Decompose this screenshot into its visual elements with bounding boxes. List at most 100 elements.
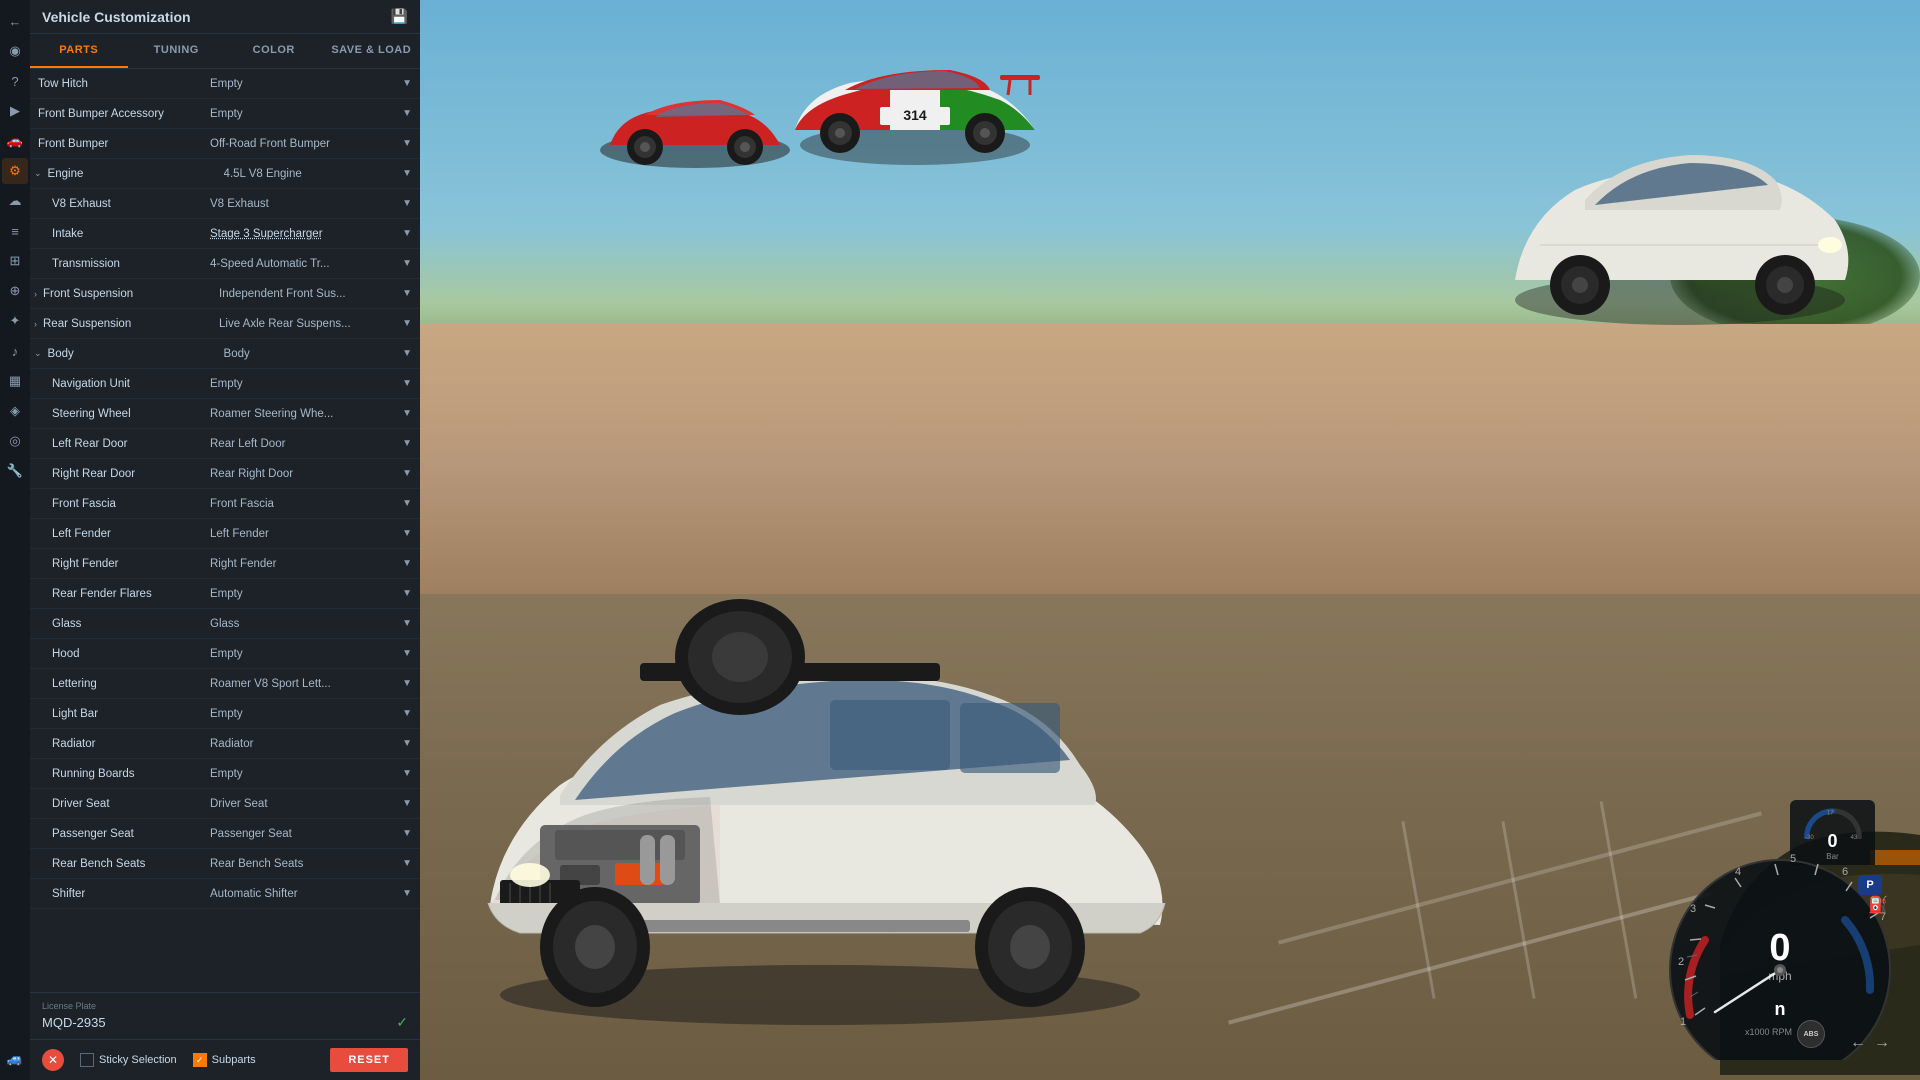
parts-list-item[interactable]: Tow Hitch Empty ▼ — [30, 69, 420, 99]
dropdown-arrow-icon[interactable]: ▼ — [402, 498, 412, 509]
dropdown-arrow-icon[interactable]: ▼ — [402, 648, 412, 659]
dropdown-arrow-icon[interactable]: ▼ — [402, 738, 412, 749]
part-name: Front Fascia — [30, 498, 210, 510]
dropdown-arrow-icon[interactable]: ▼ — [402, 78, 412, 89]
chart-nav-icon[interactable]: ▦ — [2, 368, 28, 394]
parts-list-item[interactable]: Passenger Seat Passenger Seat ▼ — [30, 819, 420, 849]
tune-nav-icon[interactable]: ⊞ — [2, 248, 28, 274]
dropdown-arrow-icon[interactable]: ▼ — [402, 828, 412, 839]
dropdown-arrow-icon[interactable]: ▼ — [402, 858, 412, 869]
dropdown-arrow-icon[interactable]: ▼ — [402, 198, 412, 209]
tab-save-load[interactable]: SAVE & LOAD — [323, 34, 421, 68]
parts-list-item[interactable]: Navigation Unit Empty ▼ — [30, 369, 420, 399]
dropdown-arrow-icon[interactable]: ▼ — [402, 528, 412, 539]
parts-list[interactable]: Tow Hitch Empty ▼ Front Bumper Accessory… — [30, 69, 420, 992]
dropdown-arrow-icon[interactable]: ▼ — [402, 258, 412, 269]
camera-nav-icon[interactable]: ◎ — [2, 428, 28, 454]
part-value: Empty — [210, 378, 398, 390]
help-nav-icon[interactable]: ? — [2, 68, 28, 94]
expand-down-icon[interactable]: ⌄ — [30, 168, 42, 179]
dropdown-arrow-icon[interactable]: ▼ — [402, 888, 412, 899]
car-nav-icon[interactable]: 🚗 — [2, 128, 28, 154]
dropdown-arrow-icon[interactable]: ▼ — [402, 108, 412, 119]
dropdown-arrow-icon[interactable]: ▼ — [402, 408, 412, 419]
subparts-box[interactable]: ✓ — [193, 1053, 207, 1067]
part-name: Rear Suspension — [39, 318, 219, 330]
parts-list-item[interactable]: Left Fender Left Fender ▼ — [30, 519, 420, 549]
dropdown-arrow-icon[interactable]: ▼ — [402, 588, 412, 599]
tab-color[interactable]: COLOR — [225, 34, 323, 68]
parts-list-item[interactable]: Front Bumper Accessory Empty ▼ — [30, 99, 420, 129]
part-name: Front Bumper — [30, 138, 210, 150]
reset-button[interactable]: RESET — [330, 1048, 408, 1072]
dropdown-arrow-icon[interactable]: ▼ — [402, 288, 412, 299]
expand-down-icon[interactable]: ⌄ — [30, 348, 42, 359]
sound-nav-icon[interactable]: ♪ — [2, 338, 28, 364]
gear-p-badge: P — [1858, 875, 1882, 895]
dropdown-arrow-icon[interactable]: ▼ — [402, 348, 412, 359]
parts-list-item[interactable]: Rear Fender Flares Empty ▼ — [30, 579, 420, 609]
parts-list-item[interactable]: Left Rear Door Rear Left Door ▼ — [30, 429, 420, 459]
svg-text:n: n — [1775, 999, 1786, 1019]
signal-nav-icon[interactable]: ◈ — [2, 398, 28, 424]
map-nav-icon[interactable]: ◉ — [2, 38, 28, 64]
play-nav-icon[interactable]: ▶ — [2, 98, 28, 124]
part-value: Driver Seat — [210, 798, 398, 810]
nodes-nav-icon[interactable]: ⊕ — [2, 278, 28, 304]
parts-list-item[interactable]: ⌄ Body Body ▼ — [30, 339, 420, 369]
dropdown-arrow-icon[interactable]: ▼ — [402, 138, 412, 149]
sticky-selection-box[interactable] — [80, 1053, 94, 1067]
dropdown-arrow-icon[interactable]: ▼ — [402, 798, 412, 809]
parts-list-item[interactable]: Hood Empty ▼ — [30, 639, 420, 669]
dropdown-arrow-icon[interactable]: ▼ — [402, 318, 412, 329]
parts-list-item[interactable]: Front Fascia Front Fascia ▼ — [30, 489, 420, 519]
parts-list-item[interactable]: V8 Exhaust V8 Exhaust ▼ — [30, 189, 420, 219]
subparts-checkbox[interactable]: ✓ Subparts — [193, 1053, 256, 1067]
dropdown-arrow-icon[interactable]: ▼ — [402, 378, 412, 389]
parts-list-item[interactable]: Running Boards Empty ▼ — [30, 759, 420, 789]
list-nav-icon[interactable]: ≡ — [2, 218, 28, 244]
parts-list-item[interactable]: Glass Glass ▼ — [30, 609, 420, 639]
parts-list-item[interactable]: Radiator Radiator ▼ — [30, 729, 420, 759]
dropdown-arrow-icon[interactable]: ▼ — [402, 678, 412, 689]
dropdown-arrow-icon[interactable]: ▼ — [402, 168, 412, 179]
tab-tuning[interactable]: TUNING — [128, 34, 226, 68]
save-icon[interactable]: 💾 — [391, 8, 408, 25]
back-nav-icon[interactable]: ← — [2, 8, 28, 34]
parts-list-item[interactable]: Shifter Automatic Shifter ▼ — [30, 879, 420, 909]
dropdown-arrow-icon[interactable]: ▼ — [402, 438, 412, 449]
parts-list-item[interactable]: Right Rear Door Rear Right Door ▼ — [30, 459, 420, 489]
close-button[interactable]: ✕ — [42, 1049, 64, 1071]
wrench-nav-icon[interactable]: 🔧 — [2, 458, 28, 484]
parts-list-item[interactable]: Steering Wheel Roamer Steering Whe... ▼ — [30, 399, 420, 429]
expand-right-icon[interactable]: › — [30, 289, 37, 299]
license-plate-input[interactable] — [42, 1015, 396, 1030]
cloud-nav-icon[interactable]: ☁ — [2, 188, 28, 214]
expand-right-icon[interactable]: › — [30, 319, 37, 329]
abs-badge: ABS — [1797, 1020, 1825, 1048]
parts-list-item[interactable]: Front Bumper Off-Road Front Bumper ▼ — [30, 129, 420, 159]
parts-list-item[interactable]: › Front Suspension Independent Front Sus… — [30, 279, 420, 309]
dropdown-arrow-icon[interactable]: ▼ — [402, 468, 412, 479]
vehicle-nav-icon[interactable]: 🚙 — [2, 1046, 28, 1072]
dropdown-arrow-icon[interactable]: ▼ — [402, 768, 412, 779]
dropdown-arrow-icon[interactable]: ▼ — [402, 558, 412, 569]
parts-list-item[interactable]: Lettering Roamer V8 Sport Lett... ▼ — [30, 669, 420, 699]
parts-list-item[interactable]: ⌄ Engine 4.5L V8 Engine ▼ — [30, 159, 420, 189]
parts-list-item[interactable]: Right Fender Right Fender ▼ — [30, 549, 420, 579]
dropdown-arrow-icon[interactable]: ▼ — [402, 228, 412, 239]
parts-list-item[interactable]: Transmission 4-Speed Automatic Tr... ▼ — [30, 249, 420, 279]
sticky-selection-checkbox[interactable]: Sticky Selection — [80, 1053, 177, 1067]
license-confirm-icon[interactable]: ✓ — [396, 1014, 408, 1031]
tab-parts[interactable]: PARTS — [30, 34, 128, 68]
gear-nav-icon[interactable]: ⚙ — [2, 158, 28, 184]
parts-list-item[interactable]: Intake Stage 3 Supercharger ▼ — [30, 219, 420, 249]
dropdown-arrow-icon[interactable]: ▼ — [402, 708, 412, 719]
parts-list-item[interactable]: Driver Seat Driver Seat ▼ — [30, 789, 420, 819]
parts-list-item[interactable]: Light Bar Empty ▼ — [30, 699, 420, 729]
dropdown-arrow-icon[interactable]: ▼ — [402, 618, 412, 629]
svg-text:-30: -30 — [1805, 834, 1814, 839]
parts-list-item[interactable]: Rear Bench Seats Rear Bench Seats ▼ — [30, 849, 420, 879]
settings2-nav-icon[interactable]: ✦ — [2, 308, 28, 334]
parts-list-item[interactable]: › Rear Suspension Live Axle Rear Suspens… — [30, 309, 420, 339]
